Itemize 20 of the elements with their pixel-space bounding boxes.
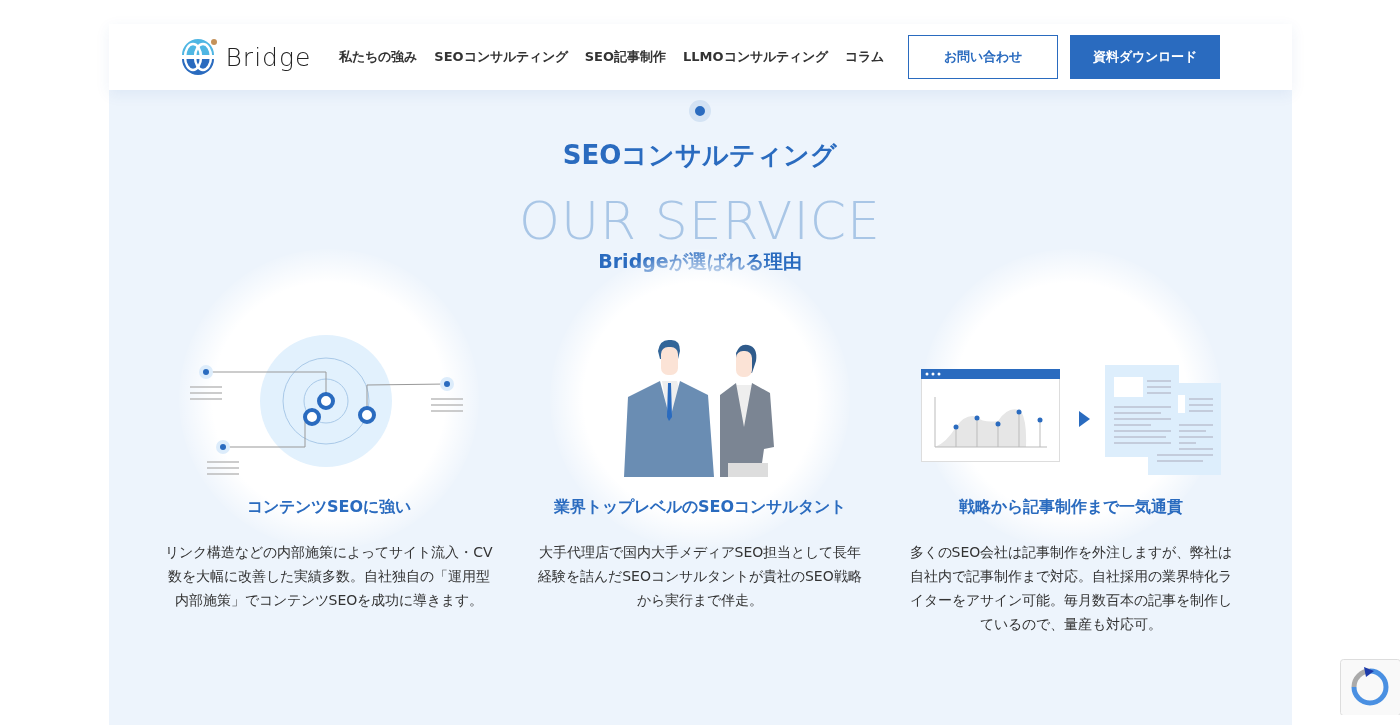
logo-text[interactable]: Bridge [225, 42, 312, 72]
nav-link[interactable]: LLMOコンサルティング [682, 48, 828, 66]
globe-logo-icon[interactable] [179, 39, 218, 75]
feature-title: 業界トップレベルのSEOコンサルタント [553, 497, 847, 518]
nav-link[interactable]: コラム [844, 48, 884, 66]
section-subtitle: Bridgeが選ばれる理由 [598, 249, 802, 274]
nav-link[interactable]: SEOコンサルティング [434, 48, 568, 66]
nav-link[interactable]: SEO記事制作 [584, 48, 666, 66]
feature-description: 大手代理店で国内大手メディアSEO担当として長年経験を詰んだSEOコンサルタントが貴社のSEO戦略から実行まで伴走。 [537, 543, 863, 610]
contact-button[interactable]: お問い合わせ [907, 35, 1058, 79]
nav-link[interactable]: 私たちの強み [339, 48, 418, 66]
download-button[interactable]: 資料ダウンロード [1069, 35, 1220, 79]
feature-description: 多くのSEO会社は記事制作を外注しますが、弊社は自社内で記事制作まで対応。自社採用の業界特化ライターをアサイン可能。毎月数百本の記事を制作しているので、量産も対応可。 [908, 543, 1234, 634]
feature-title: 戦略から記事制作まで一気通貫 [959, 497, 1183, 518]
dot-marker-icon [689, 100, 711, 122]
background-text: OUR SERVICE [519, 195, 881, 247]
recaptcha-badge-icon [1340, 659, 1400, 715]
feature-description: リンク構造などの内部施策によってサイト流入・CV数を大幅に改善した実績多数。自社独自の「運用型内部施策」でコンテンツSEOを成功に導きます。 [164, 543, 494, 610]
feature-title: コンテンツSEOに強い [246, 497, 412, 518]
section-title: SEOコンサルティング [562, 139, 838, 172]
